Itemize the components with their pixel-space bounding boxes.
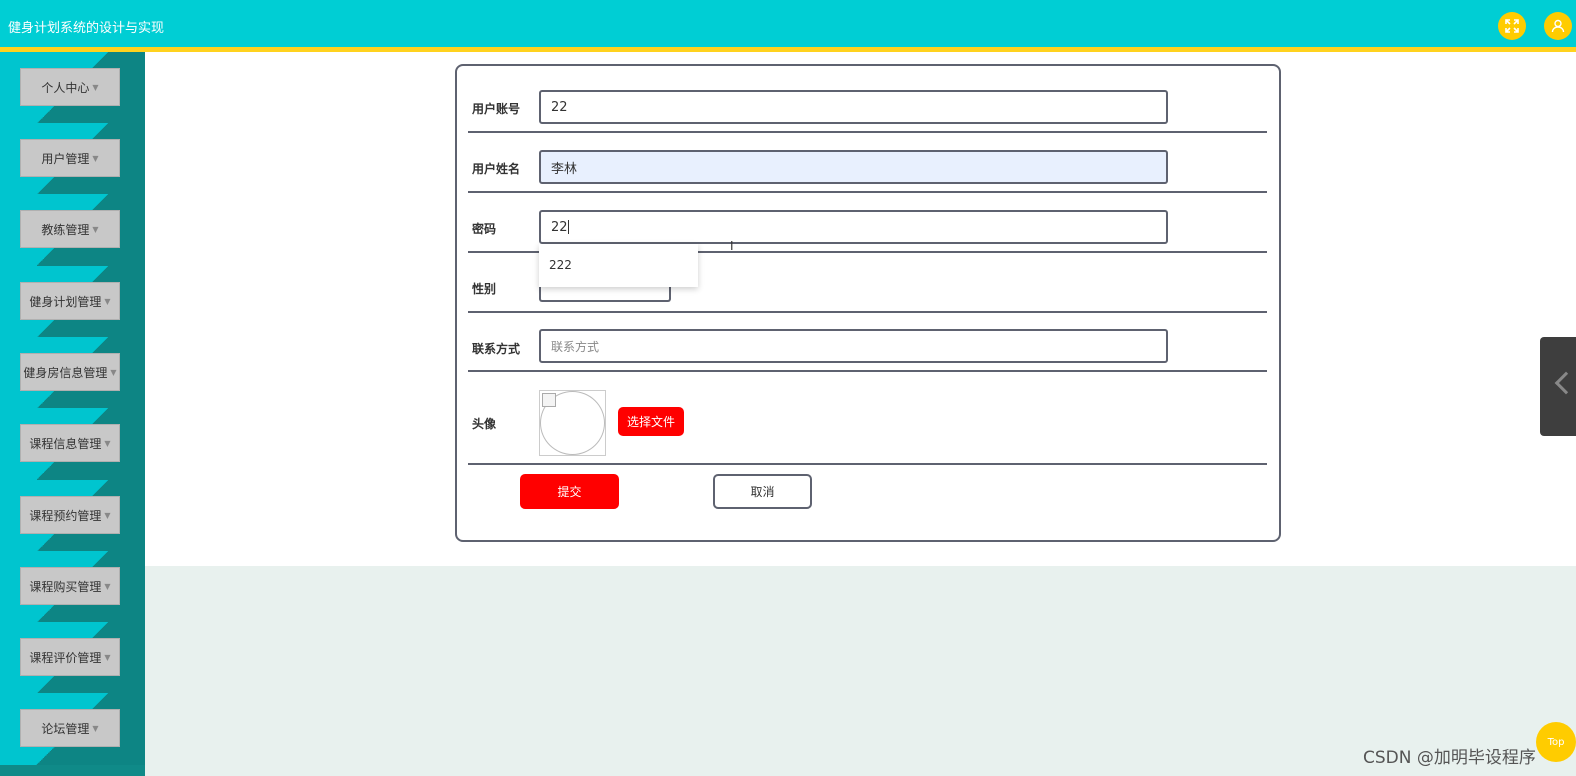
sidebar: 个人中心 ▼ 用户管理 ▼ 教练管理 ▼ 健身计划管理 ▼ 健身房信息管理 ▼ 课程信息管… (0, 52, 145, 776)
fullscreen-icon[interactable] (1498, 12, 1526, 40)
account-input[interactable]: 22 (539, 90, 1168, 124)
name-label: 用户姓名 (472, 162, 521, 176)
sidebar-button[interactable]: 课程信息管理 ▼ (20, 424, 120, 462)
sidebar-button[interactable]: 课程预约管理 ▼ (20, 496, 120, 534)
name-input[interactable]: 李林 (539, 150, 1168, 184)
row-divider (468, 131, 1267, 133)
caret-down-icon: ▼ (92, 153, 99, 163)
caret-down-icon: ▼ (104, 652, 111, 662)
account-label: 用户账号 (472, 102, 521, 116)
avatar-preview (539, 390, 606, 456)
watermark: CSDN @加明毕设程序 (1363, 748, 1536, 768)
top-bar: 健身计划系统的设计与实现 (0, 0, 1576, 52)
autocomplete-dropdown[interactable]: 222 (539, 244, 698, 287)
row-divider (468, 311, 1267, 313)
row-divider (468, 191, 1267, 193)
caret-down-icon: ▼ (110, 367, 117, 377)
sidebar-button[interactable]: 健身计划管理 ▼ (20, 282, 120, 320)
caret-down-icon: ▼ (92, 723, 99, 733)
autocomplete-option[interactable]: 222 (549, 258, 572, 272)
contact-input[interactable]: 联系方式 (539, 329, 1168, 363)
avatar-label: 头像 (472, 417, 497, 431)
back-to-top-button[interactable]: Top (1536, 722, 1576, 762)
contact-label: 联系方式 (472, 342, 521, 356)
user-form-card (455, 64, 1281, 542)
row-divider (468, 463, 1267, 465)
cancel-button[interactable]: 取消 (713, 474, 812, 509)
password-input[interactable]: 22 (539, 210, 1168, 244)
app-title: 健身计划系统的设计与实现 (8, 21, 165, 36)
gender-label: 性别 (472, 282, 497, 296)
chevron-left-icon (1554, 371, 1576, 395)
choose-file-button[interactable]: 选择文件 (618, 407, 684, 436)
caret-down-icon: ▼ (104, 438, 111, 448)
sidebar-item-course-info[interactable]: 课程信息管理 ▼ (0, 408, 145, 480)
broken-image-icon (542, 393, 556, 407)
caret-down-icon: ▼ (104, 581, 111, 591)
sidebar-item-fitness-plan[interactable]: 健身计划管理 ▼ (0, 266, 145, 338)
caret (567, 220, 569, 234)
sidebar-button[interactable]: 个人中心 ▼ (20, 68, 120, 106)
user-icon[interactable] (1544, 12, 1572, 40)
caret-down-icon: ▼ (104, 510, 111, 520)
sidebar-item-user-management[interactable]: 用户管理 ▼ (0, 123, 145, 195)
text-cursor-icon: I (730, 239, 734, 253)
sidebar-button[interactable]: 论坛管理 ▼ (20, 709, 120, 747)
sidebar-item-course-booking[interactable]: 课程预约管理 ▼ (0, 480, 145, 552)
sidebar-button[interactable]: 教练管理 ▼ (20, 210, 120, 248)
sidebar-button[interactable]: 课程购买管理 ▼ (20, 567, 120, 605)
sidebar-button[interactable]: 健身房信息管理 ▼ (20, 353, 120, 391)
sidebar-button[interactable]: 课程评价管理 ▼ (20, 638, 120, 676)
sidebar-item-course-review[interactable]: 课程评价管理 ▼ (0, 622, 145, 694)
caret-down-icon: ▼ (92, 82, 99, 92)
sidebar-item-coach-management[interactable]: 教练管理 ▼ (0, 194, 145, 266)
sidebar-item-course-purchase[interactable]: 课程购买管理 ▼ (0, 551, 145, 623)
sidebar-item-gym-info[interactable]: 健身房信息管理 ▼ (0, 337, 145, 409)
password-label: 密码 (472, 222, 497, 236)
side-panel-toggle[interactable] (1540, 337, 1576, 436)
submit-button[interactable]: 提交 (520, 474, 619, 509)
caret-down-icon: ▼ (104, 296, 111, 306)
sidebar-item-personal-center[interactable]: 个人中心 ▼ (0, 52, 145, 124)
caret-down-icon: ▼ (92, 224, 99, 234)
sidebar-item-forum[interactable]: 论坛管理 ▼ (0, 693, 145, 765)
sidebar-button[interactable]: 用户管理 ▼ (20, 139, 120, 177)
row-divider (468, 370, 1267, 372)
